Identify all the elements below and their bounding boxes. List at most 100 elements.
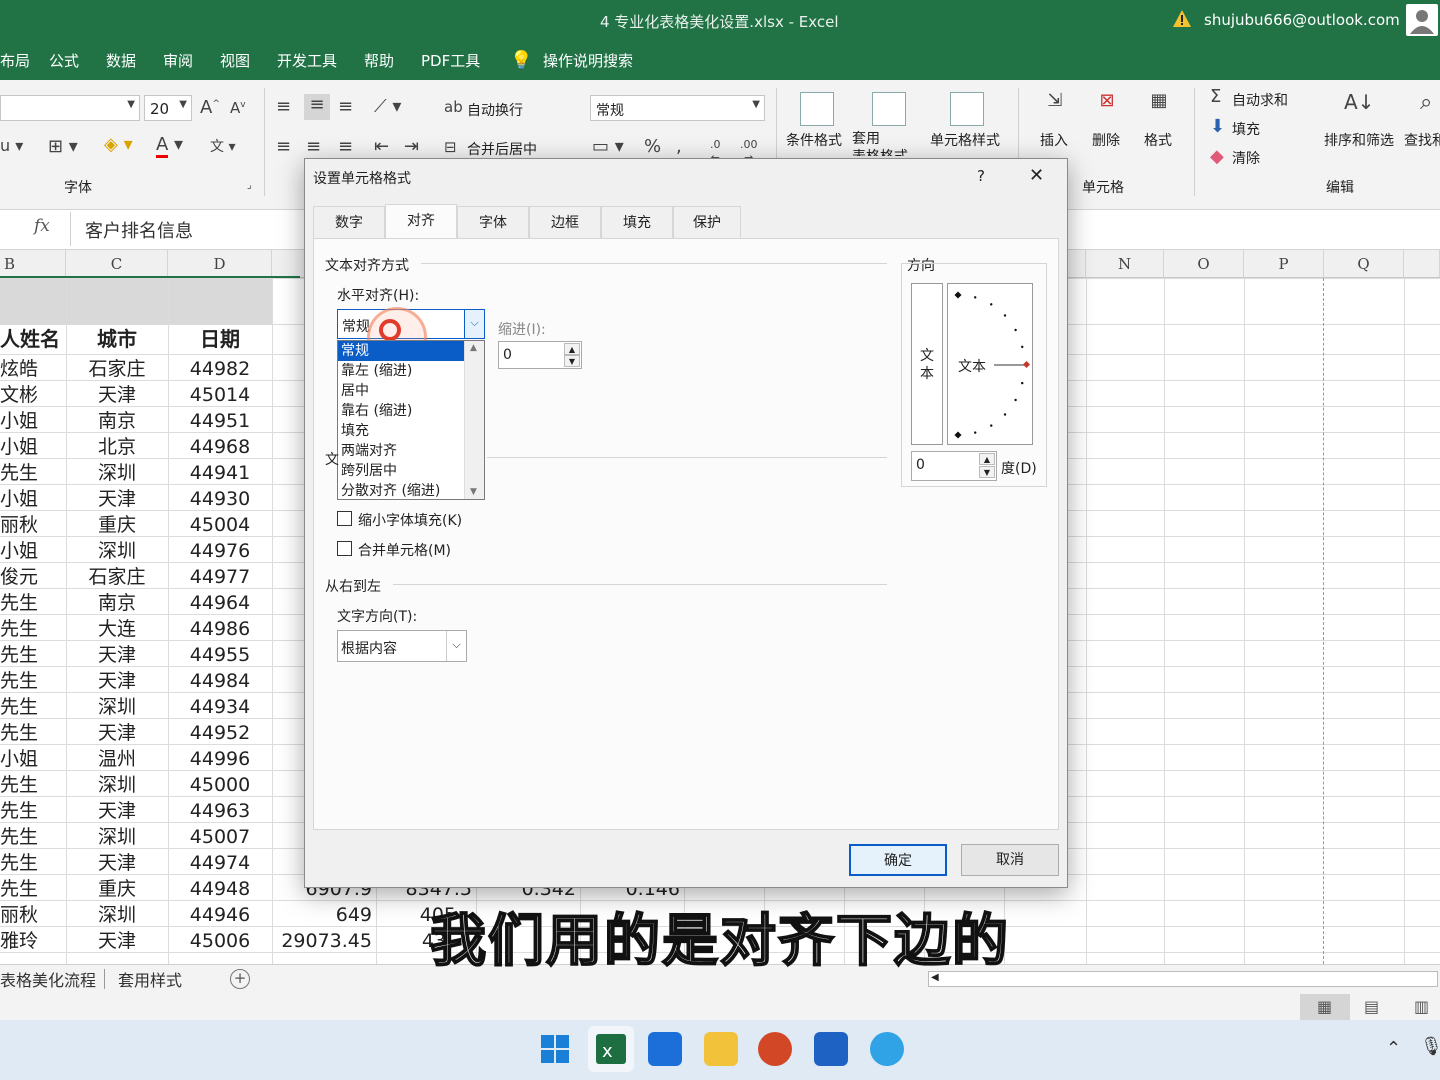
shrink-to-fit-label[interactable]: 缩小字体填充(K) [358, 510, 462, 530]
normal-view-icon[interactable]: ▦ [1300, 994, 1350, 1020]
fill-color-icon[interactable]: ◈ ▾ [104, 134, 133, 155]
ok-button[interactable]: 确定 [849, 844, 947, 876]
shrink-to-fit-checkbox[interactable] [337, 511, 352, 526]
insert-button[interactable]: 插入 [1040, 130, 1068, 150]
windows-start-icon[interactable] [538, 1032, 572, 1066]
table-cell[interactable]: 温州 [66, 746, 168, 772]
table-cell[interactable]: 先生 [0, 720, 66, 746]
table-cell[interactable]: 44952 [168, 720, 272, 746]
column-header-c[interactable]: C [66, 250, 168, 278]
chevron-down-icon[interactable]: ⌵ [464, 310, 484, 338]
table-cell[interactable]: 深圳 [66, 772, 168, 798]
tab-protection[interactable]: 保护 [673, 206, 741, 238]
tab-formulas[interactable]: 公式 [49, 50, 79, 71]
tab-review[interactable]: 审阅 [163, 50, 193, 71]
number-format-combo[interactable]: 常规 ▼ [590, 95, 765, 121]
table-cell[interactable]: 先生 [0, 824, 66, 850]
table-cell[interactable]: 小姐 [0, 746, 66, 772]
align-option[interactable]: 居中 [338, 381, 464, 401]
table-cell[interactable]: 44930 [168, 486, 272, 512]
column-header-b[interactable]: B [0, 250, 66, 278]
table-cell[interactable]: 重庆 [66, 512, 168, 538]
microphone-icon[interactable]: 🎙 [1420, 1036, 1440, 1057]
clear-button[interactable]: 清除 [1232, 148, 1260, 168]
align-option[interactable]: 靠右 (缩进) [338, 401, 464, 421]
column-header-p[interactable]: P [1244, 250, 1324, 278]
photos-icon[interactable] [648, 1032, 682, 1066]
table-cell[interactable]: 44982 [168, 356, 272, 382]
file-explorer-icon[interactable] [704, 1032, 738, 1066]
table-cell[interactable]: 深圳 [66, 460, 168, 486]
spin-up-icon[interactable]: ▲ [979, 453, 995, 465]
find-select-button[interactable]: 查找和 [1404, 130, 1440, 150]
spin-down-icon[interactable]: ▼ [979, 466, 995, 478]
autosum-button[interactable]: 自动求和 [1232, 90, 1288, 110]
column-header-n[interactable]: N [1086, 250, 1164, 278]
table-cell[interactable]: 44968 [168, 434, 272, 460]
align-option[interactable]: 填充 [338, 421, 464, 441]
warning-icon[interactable] [1172, 9, 1192, 29]
tab-border[interactable]: 边框 [529, 206, 601, 238]
table-cell[interactable]: 重庆 [66, 876, 168, 902]
scroll-down-icon[interactable]: ▼ [470, 487, 477, 497]
table-cell[interactable]: 石家庄 [66, 356, 168, 382]
tab-pdf-tools[interactable]: PDF工具 [421, 50, 480, 71]
table-cell[interactable]: 小姐 [0, 486, 66, 512]
tab-view[interactable]: 视图 [220, 50, 250, 71]
table-cell[interactable]: 天津 [66, 382, 168, 408]
fill-button[interactable]: 填充 [1232, 119, 1260, 139]
table-cell[interactable]: 俊元 [0, 564, 66, 590]
column-header-q[interactable]: Q [1324, 250, 1404, 278]
table-cell[interactable]: 44996 [168, 746, 272, 772]
table-cell[interactable]: 44974 [168, 850, 272, 876]
table-cell[interactable]: 先生 [0, 694, 66, 720]
tab-font[interactable]: 字体 [457, 206, 529, 238]
table-cell[interactable]: 先生 [0, 616, 66, 642]
font-size-combo[interactable]: 20 ▼ [144, 95, 192, 121]
merge-cells-label[interactable]: 合并单元格(M) [358, 540, 451, 560]
table-cell[interactable]: 44976 [168, 538, 272, 564]
table-cell[interactable]: 44951 [168, 408, 272, 434]
table-cell[interactable]: 44977 [168, 564, 272, 590]
table-cell[interactable]: 45007 [168, 824, 272, 850]
table-cell[interactable]: 45000 [168, 772, 272, 798]
table-cell[interactable]: 深圳 [66, 824, 168, 850]
text-direction-combo[interactable]: 根据内容 ⌵ [337, 630, 467, 662]
align-right-icon[interactable]: ≡ [338, 136, 353, 157]
table-cell[interactable]: 44986 [168, 616, 272, 642]
table-cell[interactable]: 天津 [66, 642, 168, 668]
orientation-dial[interactable]: 文本 [947, 283, 1033, 445]
header-city[interactable]: 城市 [66, 326, 168, 352]
table-cell[interactable]: 大连 [66, 616, 168, 642]
table-cell[interactable]: 小姐 [0, 434, 66, 460]
align-option[interactable]: 靠左 (缩进) [338, 361, 464, 381]
header-name[interactable]: 人姓名 [0, 326, 66, 352]
increase-font-icon[interactable]: A^ [200, 97, 220, 118]
table-cell[interactable]: 天津 [66, 720, 168, 746]
table-cell[interactable]: 北京 [66, 434, 168, 460]
delete-button[interactable]: 删除 [1092, 130, 1120, 150]
merge-center-button[interactable]: 合并后居中 [467, 139, 537, 159]
tab-help[interactable]: 帮助 [364, 50, 394, 71]
table-cell[interactable]: 45004 [168, 512, 272, 538]
table-cell[interactable]: 44934 [168, 694, 272, 720]
browser-icon[interactable] [870, 1032, 904, 1066]
align-left-icon[interactable]: ≡ [276, 136, 291, 157]
underline-icon[interactable]: u ▾ [0, 136, 23, 155]
fx-icon[interactable]: fx [34, 216, 50, 236]
conditional-format-button[interactable]: 条件格式 [786, 130, 842, 150]
table-cell[interactable]: 先生 [0, 772, 66, 798]
table-cell[interactable]: 先生 [0, 876, 66, 902]
excel-taskbar-icon[interactable]: x [588, 1026, 634, 1072]
column-header-d[interactable]: D [168, 250, 272, 278]
table-cell[interactable]: 石家庄 [66, 564, 168, 590]
table-cell[interactable]: 44955 [168, 642, 272, 668]
dropdown-scrollbar[interactable]: ▲ ▼ [464, 341, 484, 499]
table-cell[interactable]: 深圳 [66, 538, 168, 564]
dialog-launcher-icon[interactable]: ⌟ [247, 180, 252, 191]
align-option[interactable]: 常规 [338, 341, 464, 361]
chevron-down-icon[interactable]: ⌵ [446, 631, 466, 661]
table-cell[interactable]: 南京 [66, 408, 168, 434]
table-cell[interactable]: 44964 [168, 590, 272, 616]
table-cell[interactable]: 深圳 [66, 694, 168, 720]
